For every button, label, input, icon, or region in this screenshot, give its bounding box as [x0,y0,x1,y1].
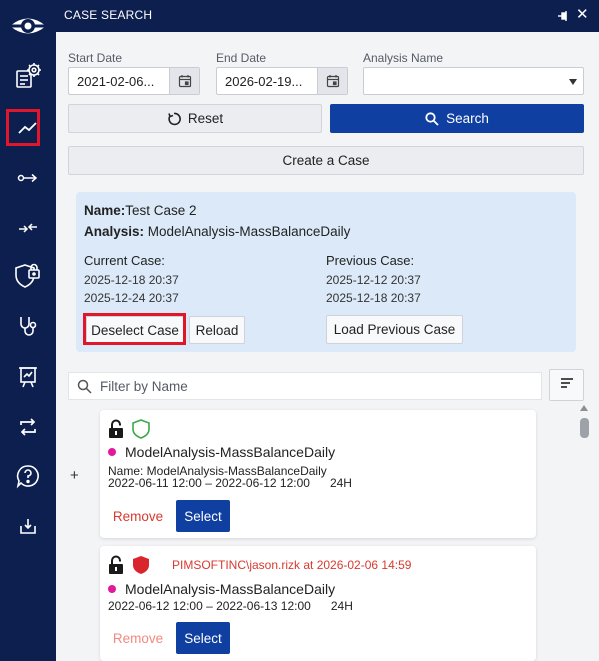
search-button[interactable]: Search [330,104,584,133]
chevron-down-icon [569,79,577,85]
start-calendar-icon[interactable] [169,68,199,94]
card-range-text: 2022-06-11 12:00 – 2022-06-12 12:00 [108,476,310,490]
expand-icon[interactable]: + [70,467,79,484]
load-previous-label: Load Previous Case [333,322,456,337]
card-title: ModelAnalysis-MassBalanceDaily [108,444,335,460]
case-analysis-line: Analysis: ModelAnalysis-MassBalanceDaily [84,224,350,239]
sidebar [0,0,56,661]
case-analysis-label: Analysis: [84,224,145,239]
end-date-label: End Date [216,51,267,65]
load-previous-case-button[interactable]: Load Previous Case [326,315,463,344]
scroll-up-arrow[interactable] [580,405,588,411]
logo-eye-icon [0,6,56,46]
select-button[interactable]: Select [176,500,230,532]
card-range: 2022-06-12 12:00 – 2022-06-13 12:00 24H [108,599,353,613]
remove-button[interactable]: Remove [110,622,166,654]
status-dot [108,448,116,456]
end-date-field[interactable]: 2026-02-19... [216,67,348,95]
shield-lock-icon[interactable] [0,256,56,296]
create-case-label: Create a Case [282,153,370,168]
arrow-connector-icon[interactable] [0,158,56,198]
analysis-name-select[interactable] [363,67,584,95]
deselect-case-label: Deselect Case [91,322,179,338]
previous-case-label: Previous Case: [326,253,415,268]
sort-button[interactable] [549,369,584,401]
end-calendar-icon[interactable] [317,68,347,94]
shield-icon [132,419,150,444]
search-icon [77,379,92,399]
sort-icon [560,376,574,394]
deselect-case-button[interactable]: Deselect Case [86,316,184,344]
select-button[interactable]: Select [176,622,230,654]
card-duration: 24H [330,599,353,613]
close-icon[interactable]: ✕ [576,5,589,23]
data-settings-icon[interactable] [0,56,56,96]
stethoscope-icon[interactable] [0,306,56,346]
reset-label: Reset [187,111,224,126]
status-dot [108,585,116,593]
end-date-value: 2026-02-19... [225,74,303,89]
start-date-field[interactable]: 2021-02-06... [68,67,200,95]
case-owner-stamp: PIMSOFTINC\jason.rizk at 2026-02-06 14:5… [172,558,412,572]
panel-title: CASE SEARCH [64,8,153,22]
refresh-icon [167,112,181,126]
reload-label: Reload [195,322,239,338]
start-date-label: Start Date [68,51,123,65]
search-label: Search [446,111,489,126]
filter-placeholder: Filter by Name [100,379,188,394]
panel-header: CASE SEARCH ✕ [56,0,599,32]
case-name-value: Test Case 2 [125,203,197,218]
shield-icon [132,555,150,580]
presentation-board-icon[interactable] [0,357,56,397]
case-analysis-value: ModelAnalysis-MassBalanceDaily [147,224,351,239]
filter-input[interactable]: Filter by Name [68,372,542,400]
scrollbar-thumb[interactable] [580,418,589,438]
card-range-text: 2022-06-12 12:00 – 2022-06-13 12:00 [108,599,311,613]
reset-button[interactable]: Reset [68,104,322,133]
card-title-text: ModelAnalysis-MassBalanceDaily [125,581,336,597]
current-case-start: 2025-12-18 20:37 [84,273,179,287]
card-icons [108,555,150,580]
previous-case-start: 2025-12-12 20:37 [326,273,421,287]
help-bubble-icon[interactable] [0,456,56,496]
current-case-end: 2025-12-24 20:37 [84,291,179,305]
download-tray-icon[interactable] [0,506,56,546]
unlock-icon[interactable] [108,555,126,580]
reload-button[interactable]: Reload [189,316,245,344]
case-card: PIMSOFTINC\jason.rizk at 2026-02-06 14:5… [100,546,536,661]
merge-arrows-icon[interactable] [0,208,56,248]
swap-arrows-icon[interactable] [0,407,56,447]
case-name-label: Name: [84,203,126,218]
case-name-line: Name:Test Case 2 [84,203,197,218]
search-icon [425,111,439,126]
card-range: 2022-06-11 12:00 – 2022-06-12 12:00 24H [108,476,352,490]
previous-case-end: 2025-12-18 20:37 [326,291,421,305]
case-card: ModelAnalysis-MassBalanceDaily Name: Mod… [100,410,536,538]
card-icons [108,419,150,444]
current-case-label: Current Case: [84,253,165,268]
remove-button[interactable]: Remove [110,500,166,532]
active-nav-highlight [6,109,40,146]
create-case-button[interactable]: Create a Case [68,146,584,175]
card-duration: 24H [329,476,352,490]
unlock-icon[interactable] [108,419,126,444]
analysis-name-label: Analysis Name [363,51,444,65]
start-date-value: 2021-02-06... [77,74,155,89]
card-title: ModelAnalysis-MassBalanceDaily [108,581,335,597]
pin-icon[interactable] [557,9,571,28]
card-title-text: ModelAnalysis-MassBalanceDaily [125,444,336,460]
